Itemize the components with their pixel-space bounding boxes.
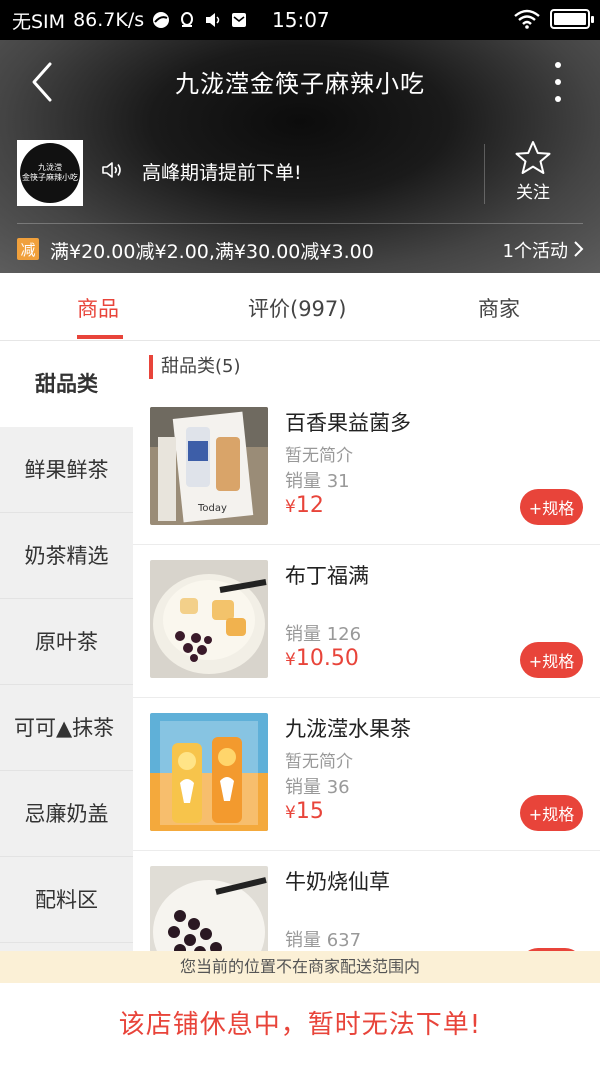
page-title: 九泷滢金筷子麻辣小吃: [175, 70, 425, 98]
store-closed-message: 该店铺休息中，暂时无法下单!: [0, 983, 600, 1067]
tab-reviews[interactable]: 评价(997): [248, 293, 346, 323]
product-image[interactable]: [150, 866, 268, 951]
product-name: 百香果益菌多: [285, 411, 411, 435]
select-spec-button[interactable]: +规格: [520, 489, 583, 525]
sidebar-item-toppings[interactable]: 配料区: [0, 857, 133, 943]
store-notice: 高峰期请提前下单!: [142, 162, 302, 184]
sidebar-item-fresh-fruit-tea[interactable]: 鲜果鲜茶: [0, 427, 133, 513]
sidebar-item-desserts[interactable]: 甜品类: [0, 341, 133, 427]
divider: [17, 223, 583, 224]
product-image[interactable]: Today: [150, 407, 268, 525]
sidebar-item-milk-tea[interactable]: 奶茶精选: [0, 513, 133, 599]
tab-merchant[interactable]: 商家: [478, 293, 520, 323]
status-bar: 无SIM 86.7K/s 15:07: [0, 0, 600, 40]
sidebar-item-cream-cap[interactable]: 忌廉奶盖: [0, 771, 133, 857]
svg-text:Today: Today: [197, 503, 227, 514]
nav-bar: 九泷滢金筷子麻辣小吃: [0, 40, 600, 122]
speaker-icon: [102, 162, 121, 178]
shop-logo[interactable]: 九泷滢 金筷子麻辣小吃: [17, 140, 83, 206]
sales-count: 销量 36: [285, 777, 350, 798]
product-image[interactable]: [150, 560, 268, 678]
product-list: 甜品类(5) Today 百香果益菌多 暂无简介 销量 31 ¥12 +规格 布…: [133, 341, 600, 951]
tab-products[interactable]: 商品: [77, 293, 119, 323]
network-speed: 86.7K/s: [73, 9, 145, 31]
active-tab-indicator: [77, 335, 123, 339]
more-options-button[interactable]: [552, 62, 564, 102]
product-description: 暂无简介: [285, 446, 353, 466]
list-item[interactable]: 牛奶烧仙草 销量 637: [133, 852, 600, 951]
product-description: 暂无简介: [285, 752, 353, 772]
browser-icon: [153, 12, 170, 28]
product-name: 布丁福满: [285, 564, 369, 588]
shop-info: 九泷滢 金筷子麻辣小吃 高峰期请提前下单! 关注: [0, 140, 600, 210]
follow-button[interactable]: 关注: [505, 140, 561, 203]
battery-icon: [550, 9, 594, 29]
star-icon: [515, 141, 551, 174]
sidebar-item-leaf-tea[interactable]: 原叶茶: [0, 599, 133, 685]
sales-count: 销量 126: [285, 624, 362, 645]
promo-text: 满¥20.00减¥2.00,满¥30.00减¥3.00: [50, 241, 374, 263]
carrier-text: 无SIM: [12, 10, 66, 33]
sales-count: 销量 637: [285, 930, 362, 951]
select-spec-button[interactable]: +规格: [520, 642, 583, 678]
product-price: ¥15: [285, 799, 324, 824]
product-image[interactable]: [150, 713, 268, 831]
category-title: 甜品类(5): [149, 355, 241, 379]
sidebar-item-cocoa-matcha[interactable]: 可可▲抹茶: [0, 685, 133, 771]
product-price: ¥12: [285, 493, 324, 518]
list-item[interactable]: 九泷滢水果茶 暂无简介 销量 36 ¥15 +规格: [133, 699, 600, 851]
back-button[interactable]: [26, 60, 62, 104]
delivery-range-notice: 您当前的位置不在商家配送范围内: [0, 951, 600, 983]
chevron-right-icon: [574, 241, 584, 257]
discount-badge: 减: [17, 238, 39, 260]
sales-count: 销量 31: [285, 471, 350, 492]
list-item[interactable]: 布丁福满 销量 126 ¥10.50 +规格: [133, 546, 600, 698]
product-name: 九泷滢水果茶: [285, 717, 411, 741]
list-item[interactable]: Today 百香果益菌多 暂无简介 销量 31 ¥12 +规格: [133, 393, 600, 545]
promo-row[interactable]: 减 满¥20.00减¥2.00,满¥30.00减¥3.00 1个活动: [0, 226, 600, 272]
category-sidebar: 甜品类 鲜果鲜茶 奶茶精选 原叶茶 可可▲抹茶 忌廉奶盖 配料区: [0, 341, 133, 951]
message-icon: [232, 13, 247, 27]
activity-count: 1个活动: [502, 241, 568, 262]
product-price: ¥10.50: [285, 646, 359, 671]
clock: 15:07: [272, 8, 330, 32]
product-name: 牛奶烧仙草: [285, 870, 390, 894]
wifi-icon: [514, 9, 540, 29]
select-spec-button[interactable]: +规格: [520, 795, 583, 831]
follow-label: 关注: [516, 183, 550, 203]
tab-bar: 商品 评价(997) 商家: [0, 273, 600, 341]
qq-icon: [181, 12, 194, 27]
store-header: 九泷滢金筷子麻辣小吃 九泷滢 金筷子麻辣小吃 高峰期请提前下单! 关注 减 满¥…: [0, 40, 600, 273]
divider: [484, 144, 485, 204]
volume-icon: [206, 13, 220, 27]
